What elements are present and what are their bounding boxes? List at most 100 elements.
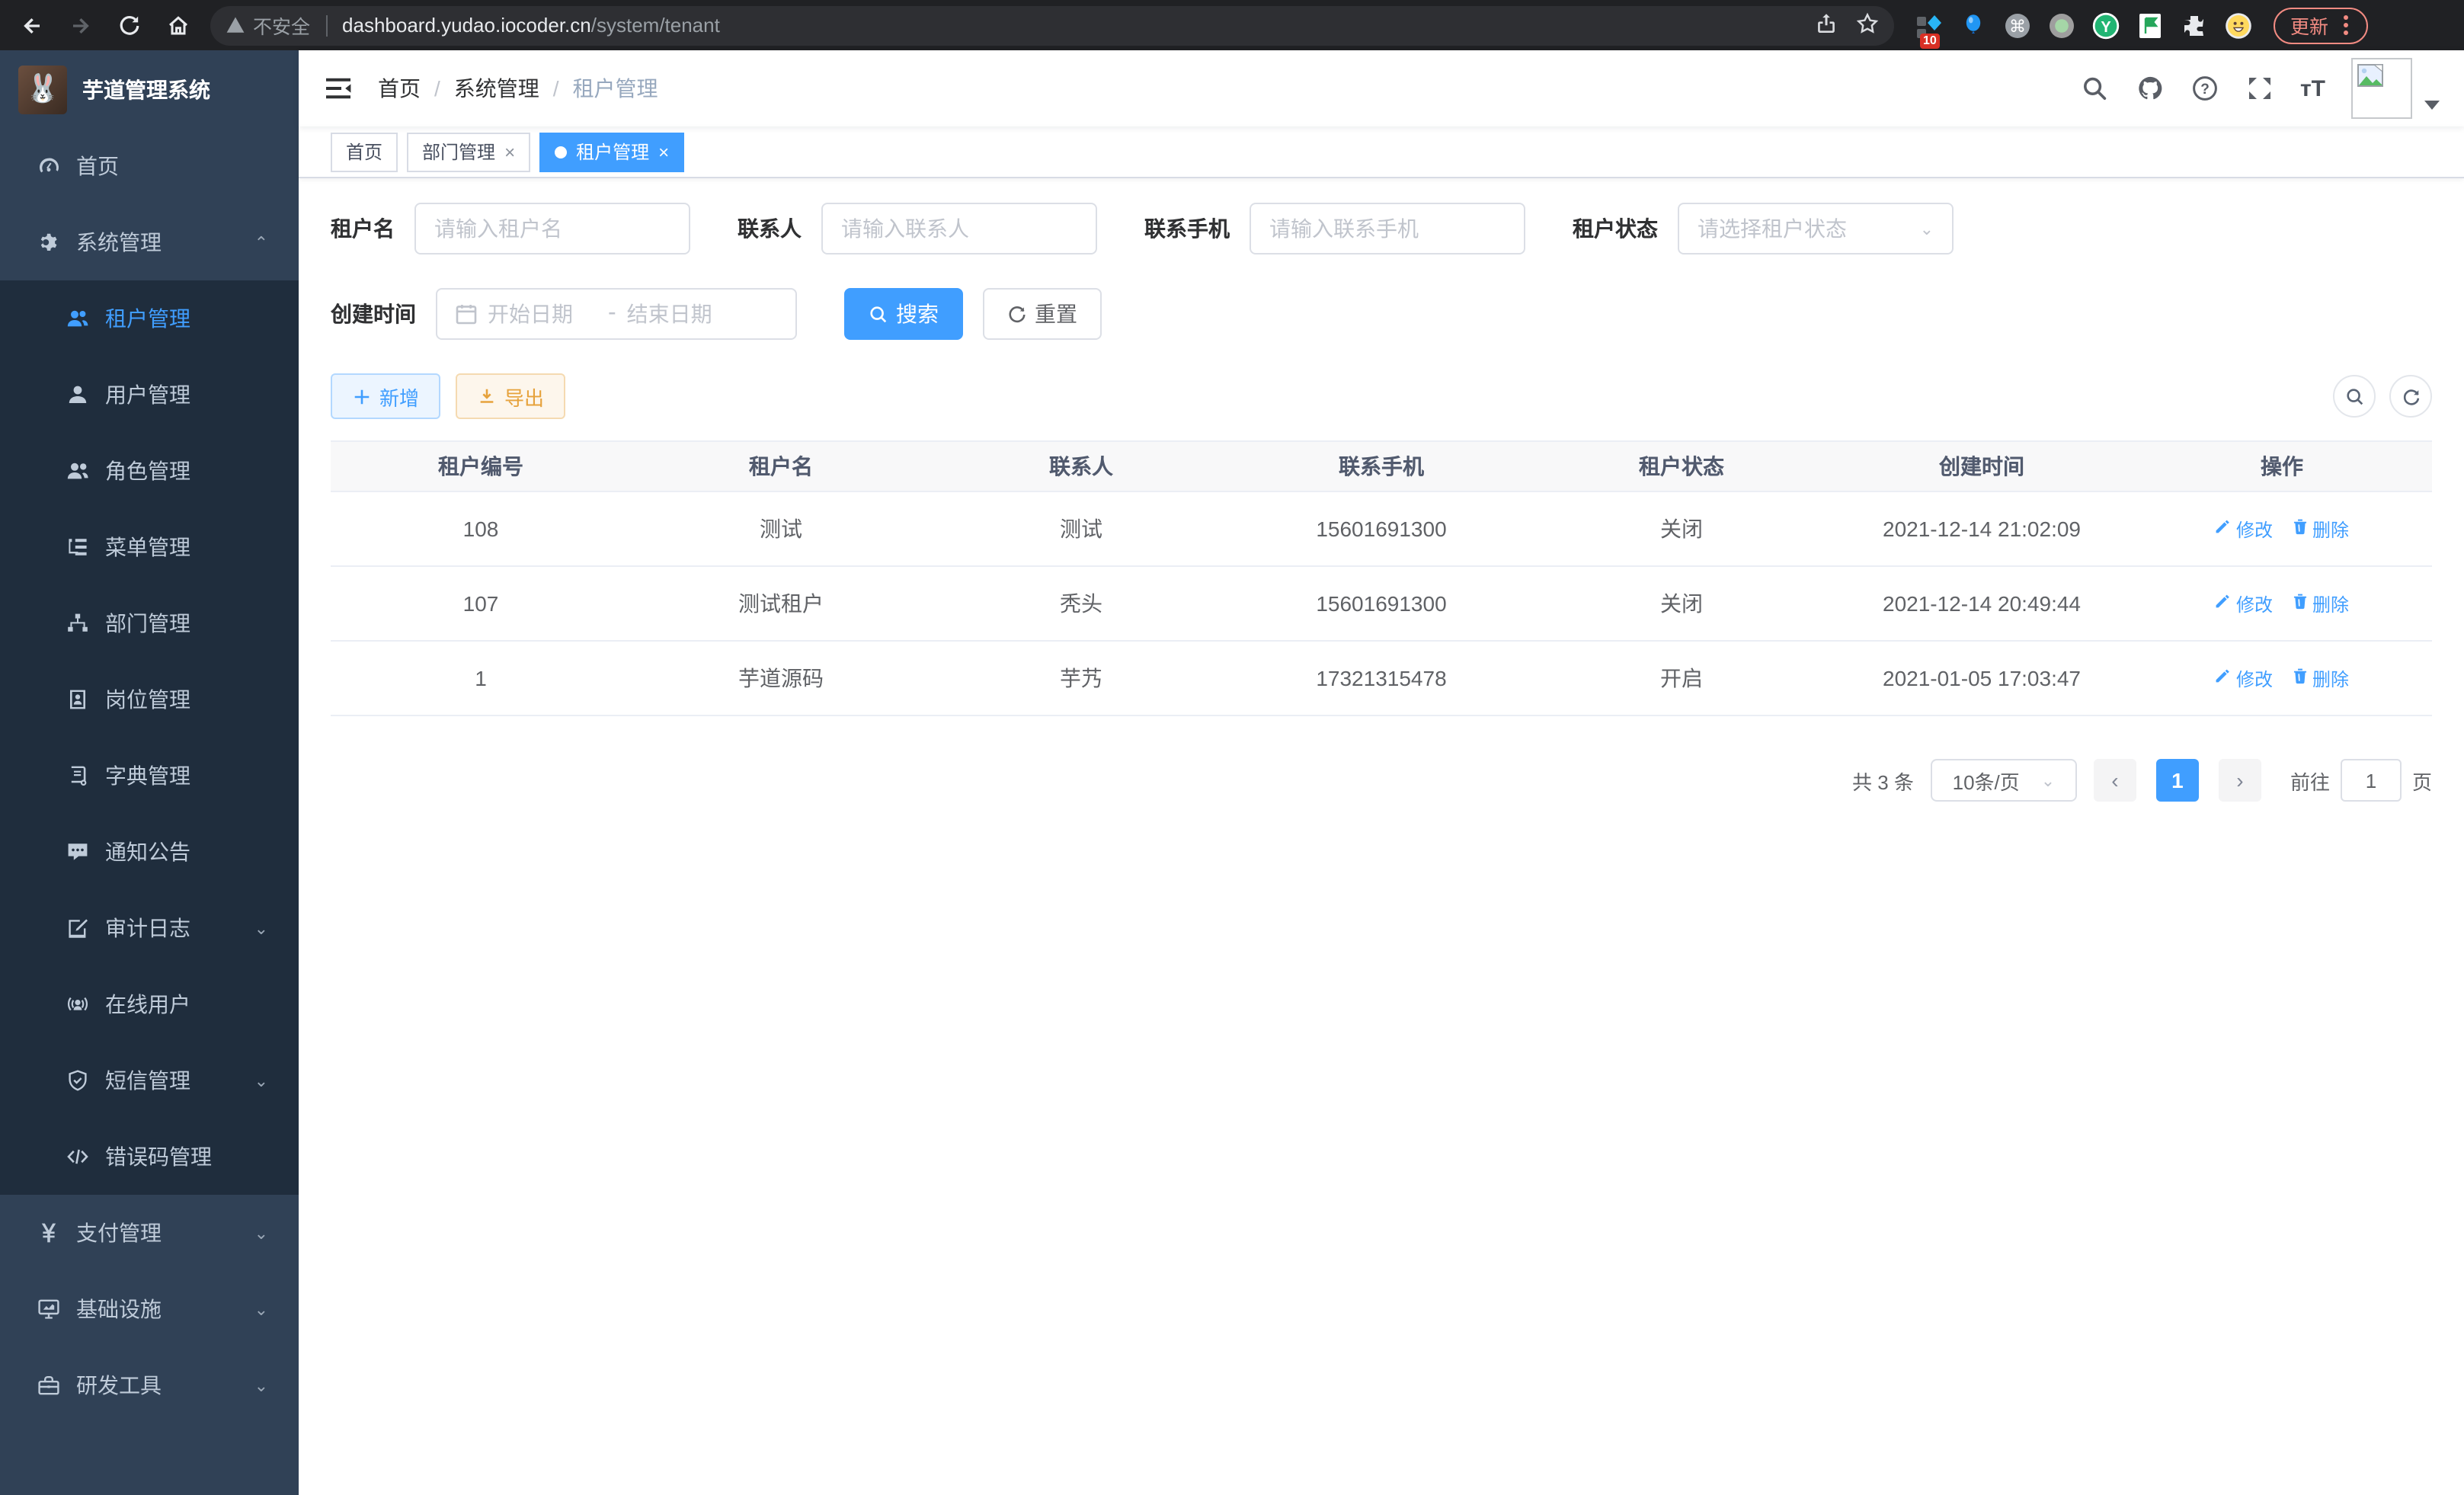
goto-page-input[interactable] (2341, 759, 2402, 802)
svg-text:Y: Y (2101, 18, 2111, 35)
edit-button[interactable]: 修改 (2215, 666, 2273, 692)
sidebar-item-dev-tool[interactable]: 研发工具⌄ (0, 1347, 299, 1423)
chevron-up-icon: ⌃ (254, 232, 268, 252)
extension-balloon-icon[interactable] (1960, 11, 1987, 39)
create-time-label: 创建时间 (331, 299, 416, 329)
help-icon[interactable]: ? (2190, 74, 2219, 103)
extension-green-dot-icon[interactable] (2048, 11, 2075, 39)
home-icon[interactable] (158, 5, 198, 45)
column-header: 联系人 (931, 441, 1231, 491)
sidebar-item-system[interactable]: 系统管理⌃ (0, 204, 299, 280)
browser-update-button[interactable]: 更新 (2274, 7, 2368, 43)
start-date-input[interactable] (488, 302, 597, 326)
breadcrumb-system[interactable]: 系统管理 (454, 73, 539, 104)
sidebar-item-home[interactable]: 首页 (0, 128, 299, 204)
github-icon[interactable] (2136, 74, 2165, 103)
delete-button[interactable]: 删除 (2291, 591, 2349, 617)
sidebar-item-dict[interactable]: 字典管理 (0, 738, 299, 814)
trash-icon (2291, 668, 2308, 690)
close-icon[interactable]: × (658, 141, 669, 162)
sidebar-item-tenant[interactable]: 租户管理 (0, 280, 299, 357)
app-title: 芋道管理系统 (82, 74, 210, 104)
calendar-icon (456, 303, 477, 325)
contact-phone-input[interactable] (1269, 216, 1506, 241)
contact-input[interactable] (841, 216, 1077, 241)
announcement-icon (66, 840, 90, 864)
cell-operations: 修改删除 (2132, 566, 2432, 641)
end-date-input[interactable] (627, 302, 737, 326)
sidebar-item-infra[interactable]: 基础设施⌄ (0, 1271, 299, 1347)
trash-icon (2291, 519, 2308, 540)
extension-command-icon[interactable]: ⌘ (2004, 11, 2031, 39)
navbar-actions: ? тT (2081, 58, 2440, 119)
sidebar-item-error-code[interactable]: 错误码管理 (0, 1119, 299, 1195)
table-tools (2333, 375, 2432, 418)
reset-button[interactable]: 重置 (983, 288, 1102, 340)
cell-name: 测试租户 (631, 566, 931, 641)
column-header: 租户编号 (331, 441, 631, 491)
sidebar-item-online-user[interactable]: 在线用户 (0, 966, 299, 1042)
search-icon[interactable] (2081, 74, 2110, 103)
sidebar-item-menu[interactable]: 菜单管理 (0, 509, 299, 585)
share-icon[interactable] (1815, 11, 1838, 39)
forward-icon[interactable] (61, 5, 101, 45)
sidebar-item-dept[interactable]: 部门管理 (0, 585, 299, 661)
tab-home[interactable]: 首页 (331, 132, 398, 171)
sidebar-item-user[interactable]: 用户管理 (0, 357, 299, 433)
font-size-icon[interactable]: тT (2300, 75, 2325, 101)
delete-button[interactable]: 删除 (2291, 666, 2349, 692)
sidebar-item-pay[interactable]: 支付管理⌄ (0, 1195, 299, 1271)
tenant-name-input[interactable] (434, 216, 670, 241)
edit-button[interactable]: 修改 (2215, 591, 2273, 617)
toggle-search-icon[interactable] (2333, 375, 2376, 418)
reload-icon[interactable] (110, 5, 149, 45)
export-button[interactable]: 导出 (456, 373, 565, 419)
search-button[interactable]: 搜索 (844, 288, 963, 340)
sidebar-item-audit-log[interactable]: 审计日志⌄ (0, 890, 299, 966)
user-icon (66, 383, 90, 407)
user-avatar[interactable] (2351, 58, 2440, 119)
breadcrumb-current: 租户管理 (573, 73, 658, 104)
refresh-icon[interactable] (2389, 375, 2432, 418)
avatar-dropdown-icon[interactable] (2424, 101, 2440, 110)
sidebar-collapse-icon[interactable] (323, 73, 354, 104)
address-bar[interactable]: 不安全 dashboard.yudao.iocoder.cn/system/te… (210, 5, 1894, 45)
roles-icon (66, 459, 90, 483)
audit-log-icon (66, 916, 90, 940)
security-warning-icon[interactable]: 不安全 (226, 11, 310, 40)
sidebar-item-role[interactable]: 角色管理 (0, 433, 299, 509)
fullscreen-icon[interactable] (2245, 74, 2274, 103)
breadcrumb-home[interactable]: 首页 (378, 73, 421, 104)
add-button[interactable]: 新增 (331, 373, 440, 419)
cell-phone: 15601691300 (1231, 491, 1531, 566)
tenant-users-icon (66, 306, 90, 331)
close-icon[interactable]: × (504, 141, 515, 162)
sidebar-item-sms[interactable]: 短信管理⌄ (0, 1042, 299, 1119)
edit-button[interactable]: 修改 (2215, 517, 2273, 543)
sidebar-logo[interactable]: 🐰 芋道管理系统 (0, 50, 299, 128)
sidebar-item-post[interactable]: 岗位管理 (0, 661, 299, 738)
page-1-button[interactable]: 1 (2156, 759, 2199, 802)
tab-tenant[interactable]: 租户管理× (539, 132, 684, 171)
extension-flag-icon[interactable] (2136, 11, 2164, 39)
create-time-range-picker[interactable]: - (436, 288, 797, 340)
tenant-status-select[interactable]: ⌄ (1678, 203, 1954, 255)
extension-tag-manager-icon[interactable]: 10 (1915, 11, 1943, 39)
profile-avatar-icon[interactable] (2225, 11, 2252, 39)
bookmark-star-icon[interactable] (1856, 11, 1879, 39)
extension-y-icon[interactable]: Y (2092, 11, 2120, 39)
delete-button[interactable]: 删除 (2291, 517, 2349, 543)
security-label: 不安全 (253, 11, 310, 40)
tenant-status-input[interactable] (1698, 216, 1911, 241)
tab-dept[interactable]: 部门管理× (407, 132, 530, 171)
next-page-button[interactable]: › (2219, 759, 2261, 802)
badge-icon (66, 687, 90, 712)
column-header: 创建时间 (1832, 441, 2132, 491)
page-size-select[interactable]: 10条/页⌄ (1931, 759, 2077, 802)
sidebar-item-notice[interactable]: 通知公告 (0, 814, 299, 890)
cell-operations: 修改删除 (2132, 641, 2432, 715)
back-icon[interactable] (12, 5, 52, 45)
extensions-puzzle-icon[interactable] (2181, 11, 2208, 39)
browser-menu-icon[interactable] (2341, 12, 2351, 38)
prev-page-button[interactable]: ‹ (2094, 759, 2136, 802)
